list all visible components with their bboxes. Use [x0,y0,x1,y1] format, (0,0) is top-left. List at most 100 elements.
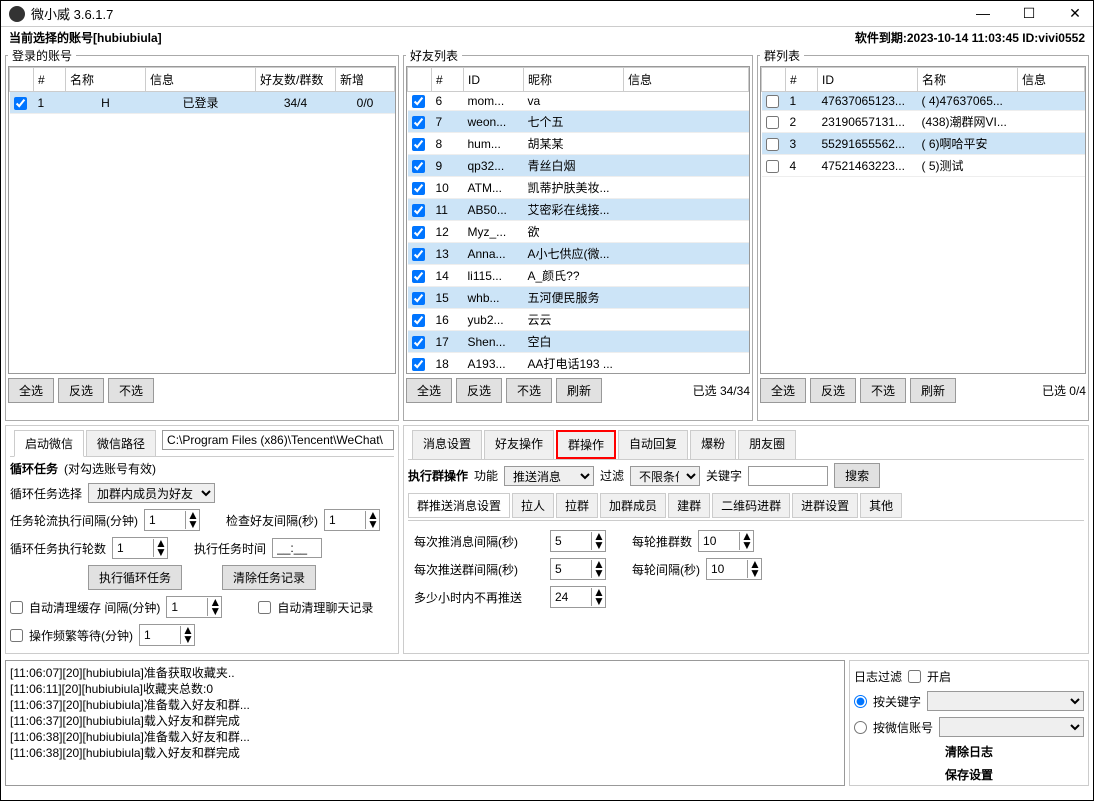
accounts-panel-title: 登录的账号 [8,47,76,64]
roundint-input[interactable]: ▲▼ [706,558,762,580]
groups-panel-title: 群列表 [760,47,804,64]
close-button[interactable]: ✕ [1065,5,1085,22]
stopafter-label: 多少小时内不再推送 [414,589,544,606]
table-row[interactable]: 10ATM...凯蒂护肤美妆... [408,177,749,199]
accounts-table[interactable]: # 名称 信息 好友数/群数 新增 1H已登录34/40/0 [9,67,395,114]
table-row[interactable]: 355291655562...( 6)啊哈平安 [762,133,1085,155]
subtab[interactable]: 建群 [668,493,710,518]
table-row[interactable]: 1H已登录34/40/0 [10,92,395,114]
minimize-button[interactable]: — [973,5,993,22]
subtab[interactable]: 进群设置 [792,493,858,518]
tab-wechat-path[interactable]: 微信路径 [86,430,156,456]
autochat-checkbox[interactable] [258,601,271,614]
opwait-checkbox[interactable] [10,629,23,642]
table-row[interactable]: 7weon...七个五 [408,111,749,133]
opwait-input[interactable]: ▲▼ [139,624,195,646]
table-row[interactable]: 13Anna...A小七供应(微... [408,243,749,265]
logfilter-enable-checkbox[interactable] [908,670,921,683]
expiry-label: 软件到期:2023-10-14 11:03:45 ID:vivi0552 [855,29,1085,45]
table-row[interactable]: 147637065123...( 4)47637065... [762,92,1085,111]
keyword-label: 关键字 [706,467,742,484]
exectime-input[interactable] [272,538,322,558]
groups-refresh-button[interactable]: 刷新 [910,378,956,403]
interval-input[interactable]: ▲▼ [144,509,200,531]
filter-byacct-radio[interactable] [854,721,867,734]
table-row[interactable]: 223190657131...(438)潮群网VI... [762,111,1085,133]
table-row[interactable]: 12Myz_...欲 [408,221,749,243]
roundint-label: 每轮间隔(秒) [632,561,700,578]
table-row[interactable]: 9qp32...青丝白烟 [408,155,749,177]
table-row[interactable]: 447521463223...( 5)测试 [762,155,1085,177]
table-row[interactable]: 18A193...AA打电话193 ... [408,353,749,374]
autoclean-checkbox[interactable] [10,601,23,614]
subtab[interactable]: 拉人 [512,493,554,518]
autoclean-input[interactable]: ▲▼ [166,596,222,618]
friends-count: 已选 34/34 [693,382,750,399]
tab-group-op[interactable]: 群操作 [556,430,616,459]
loop-title: 循环任务 [10,460,58,477]
subtab[interactable]: 群推送消息设置 [408,493,510,518]
tab-baofen[interactable]: 爆粉 [690,430,736,459]
pushint-input[interactable]: ▲▼ [550,530,606,552]
accounts-inv-button[interactable]: 反选 [58,378,104,403]
friends-inv-button[interactable]: 反选 [456,378,502,403]
tab-start-wechat[interactable]: 启动微信 [14,430,84,457]
autoclean-label: 自动清理缓存 间隔(分钟) [29,599,160,616]
subtab[interactable]: 其他 [860,493,902,518]
wechat-path-input[interactable] [162,430,394,450]
filter-kw-select[interactable] [927,691,1084,711]
pushcnt-input[interactable]: ▲▼ [698,530,754,552]
loop-select-label: 循环任务选择 [10,485,82,502]
friends-none-button[interactable]: 不选 [506,378,552,403]
filter-bykw-label: 按关键字 [873,693,921,710]
sendint-label: 每次推送群间隔(秒) [414,561,544,578]
autochat-label: 自动清理聊天记录 [277,599,373,616]
friends-refresh-button[interactable]: 刷新 [556,378,602,403]
maximize-button[interactable]: ☐ [1019,5,1039,22]
func-label: 功能 [474,467,498,484]
interval-label: 任务轮流执行间隔(分钟) [10,512,138,529]
table-row[interactable]: 11AB50...艾密彩在线接... [408,199,749,221]
rounds-input[interactable]: ▲▼ [112,537,168,559]
table-row[interactable]: 16yub2...云云 [408,309,749,331]
check-label: 检查好友间隔(秒) [226,512,318,529]
table-row[interactable]: 6mom...va [408,92,749,111]
filter-acct-select[interactable] [939,717,1084,737]
subtab[interactable]: 二维码进群 [712,493,790,518]
tab-msg-settings[interactable]: 消息设置 [412,430,482,459]
accounts-selall-button[interactable]: 全选 [8,378,54,403]
tab-auto-reply[interactable]: 自动回复 [618,430,688,459]
accounts-none-button[interactable]: 不选 [108,378,154,403]
groups-none-button[interactable]: 不选 [860,378,906,403]
table-row[interactable]: 17Shen...空白 [408,331,749,353]
friends-table[interactable]: # ID 昵称 信息 6mom...va7weon...七个五8hum...胡某… [407,67,749,374]
tab-friend-op[interactable]: 好友操作 [484,430,554,459]
groups-inv-button[interactable]: 反选 [810,378,856,403]
tab-moments[interactable]: 朋友圈 [738,430,796,459]
clear-task-button[interactable]: 清除任务记录 [222,565,316,590]
table-row[interactable]: 15whb...五河便民服务 [408,287,749,309]
filter-select[interactable]: 不限条件 [630,466,700,486]
groups-table[interactable]: # ID 名称 信息 147637065123...( 4)47637065..… [761,67,1085,177]
loop-select[interactable]: 加群内成员为好友 [88,483,215,503]
save-settings-button[interactable]: 保存设置 [945,766,993,783]
friends-selall-button[interactable]: 全选 [406,378,452,403]
sendint-input[interactable]: ▲▼ [550,558,606,580]
log-output: [11:06:07][20][hubiubiula]准备获取收藏夹..[11:0… [5,660,845,786]
groups-selall-button[interactable]: 全选 [760,378,806,403]
opwait-label: 操作频繁等待(分钟) [29,627,133,644]
func-select[interactable]: 推送消息 [504,466,594,486]
exec-loop-button[interactable]: 执行循环任务 [88,565,182,590]
subtab[interactable]: 拉群 [556,493,598,518]
table-row[interactable]: 8hum...胡某某 [408,133,749,155]
table-row[interactable]: 14li115...A_颜氏?? [408,265,749,287]
search-button[interactable]: 搜索 [834,463,880,488]
keyword-input[interactable] [748,466,828,486]
clear-log-button[interactable]: 清除日志 [945,743,993,760]
stopafter-input[interactable]: ▲▼ [550,586,606,608]
filter-bykw-radio[interactable] [854,695,867,708]
subtab[interactable]: 加群成员 [600,493,666,518]
rounds-label: 循环任务执行轮数 [10,540,106,557]
exectime-label: 执行任务时间 [194,540,266,557]
check-input[interactable]: ▲▼ [324,509,380,531]
